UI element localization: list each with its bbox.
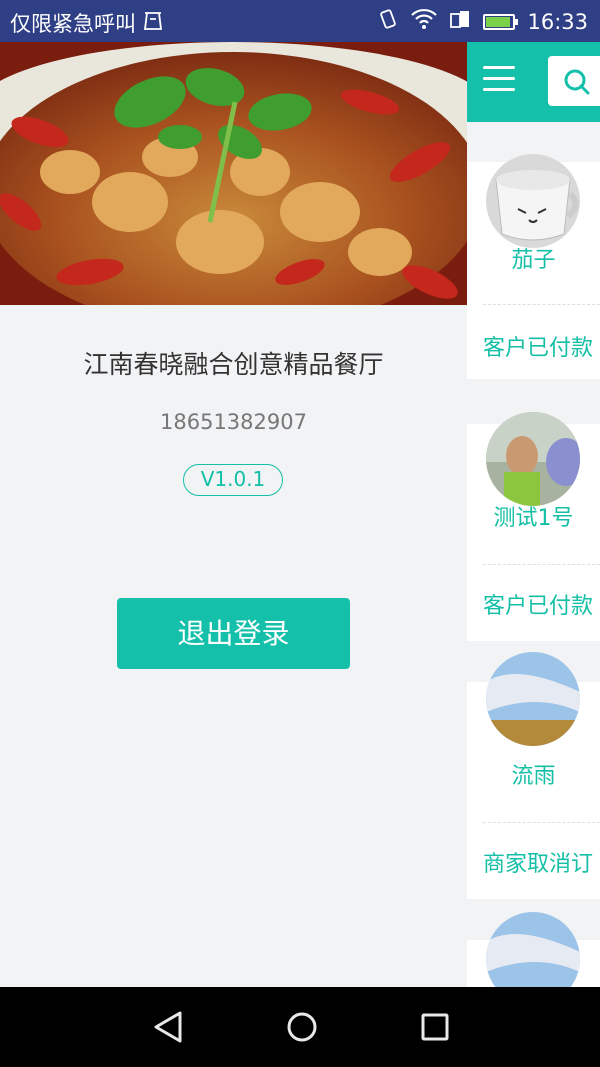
restaurant-cover-image (0, 42, 467, 305)
customer-name: 茄子 (511, 248, 556, 273)
app-screen: 仅限紧急呼叫 16:33 江南春晓融合创意精品餐厅 18651382907 V1… (0, 0, 600, 1067)
customer-name: 测试1号 (493, 506, 574, 531)
logout-button[interactable]: 退出登录 (117, 598, 350, 669)
main-panel: 茄子 客户已付款 测试1号 客户已付款 流雨 商家取消订 (467, 42, 600, 1006)
divider (483, 822, 600, 823)
avatar (486, 652, 580, 746)
order-status: 商家取消订 (483, 852, 594, 877)
order-card[interactable]: 测试1号 客户已付款 (467, 412, 600, 641)
order-card[interactable]: 流雨 商家取消订 (467, 652, 600, 899)
back-icon[interactable] (150, 1007, 186, 1051)
restaurant-name: 江南春晓融合创意精品餐厅 (83, 350, 384, 379)
status-bar: 仅限紧急呼叫 16:33 (0, 0, 600, 42)
navigation-bar (0, 987, 600, 1067)
side-drawer: 江南春晓融合创意精品餐厅 18651382907 V1.0.1 退出登录 (0, 42, 467, 987)
status-left: 仅限紧急呼叫 (10, 8, 164, 38)
battery-icon (483, 13, 519, 30)
home-icon[interactable] (282, 1007, 322, 1051)
phone-number: 18651382907 (160, 410, 307, 434)
menu-icon[interactable] (483, 66, 515, 94)
order-status: 客户已付款 (483, 594, 594, 619)
customer-name: 流雨 (511, 764, 556, 789)
status-right: 16:33 (377, 8, 588, 35)
avatar (486, 412, 580, 506)
clock: 16:33 (527, 9, 588, 34)
version-badge: V1.0.1 (183, 464, 283, 496)
carrier-text: 仅限紧急呼叫 (10, 12, 136, 36)
order-status: 客户已付款 (483, 336, 594, 361)
recents-icon[interactable] (418, 1007, 454, 1051)
avatar (486, 154, 580, 248)
search-icon (564, 69, 590, 95)
sim-icon (142, 11, 164, 36)
order-card[interactable]: 茄子 客户已付款 (467, 154, 600, 379)
search-button[interactable] (548, 56, 600, 106)
vibrate-icon (377, 8, 399, 35)
data-icon (449, 8, 471, 35)
main-header (467, 42, 600, 122)
wifi-icon (411, 8, 438, 35)
divider (483, 564, 600, 565)
order-card[interactable] (467, 912, 600, 1006)
divider (483, 304, 600, 305)
